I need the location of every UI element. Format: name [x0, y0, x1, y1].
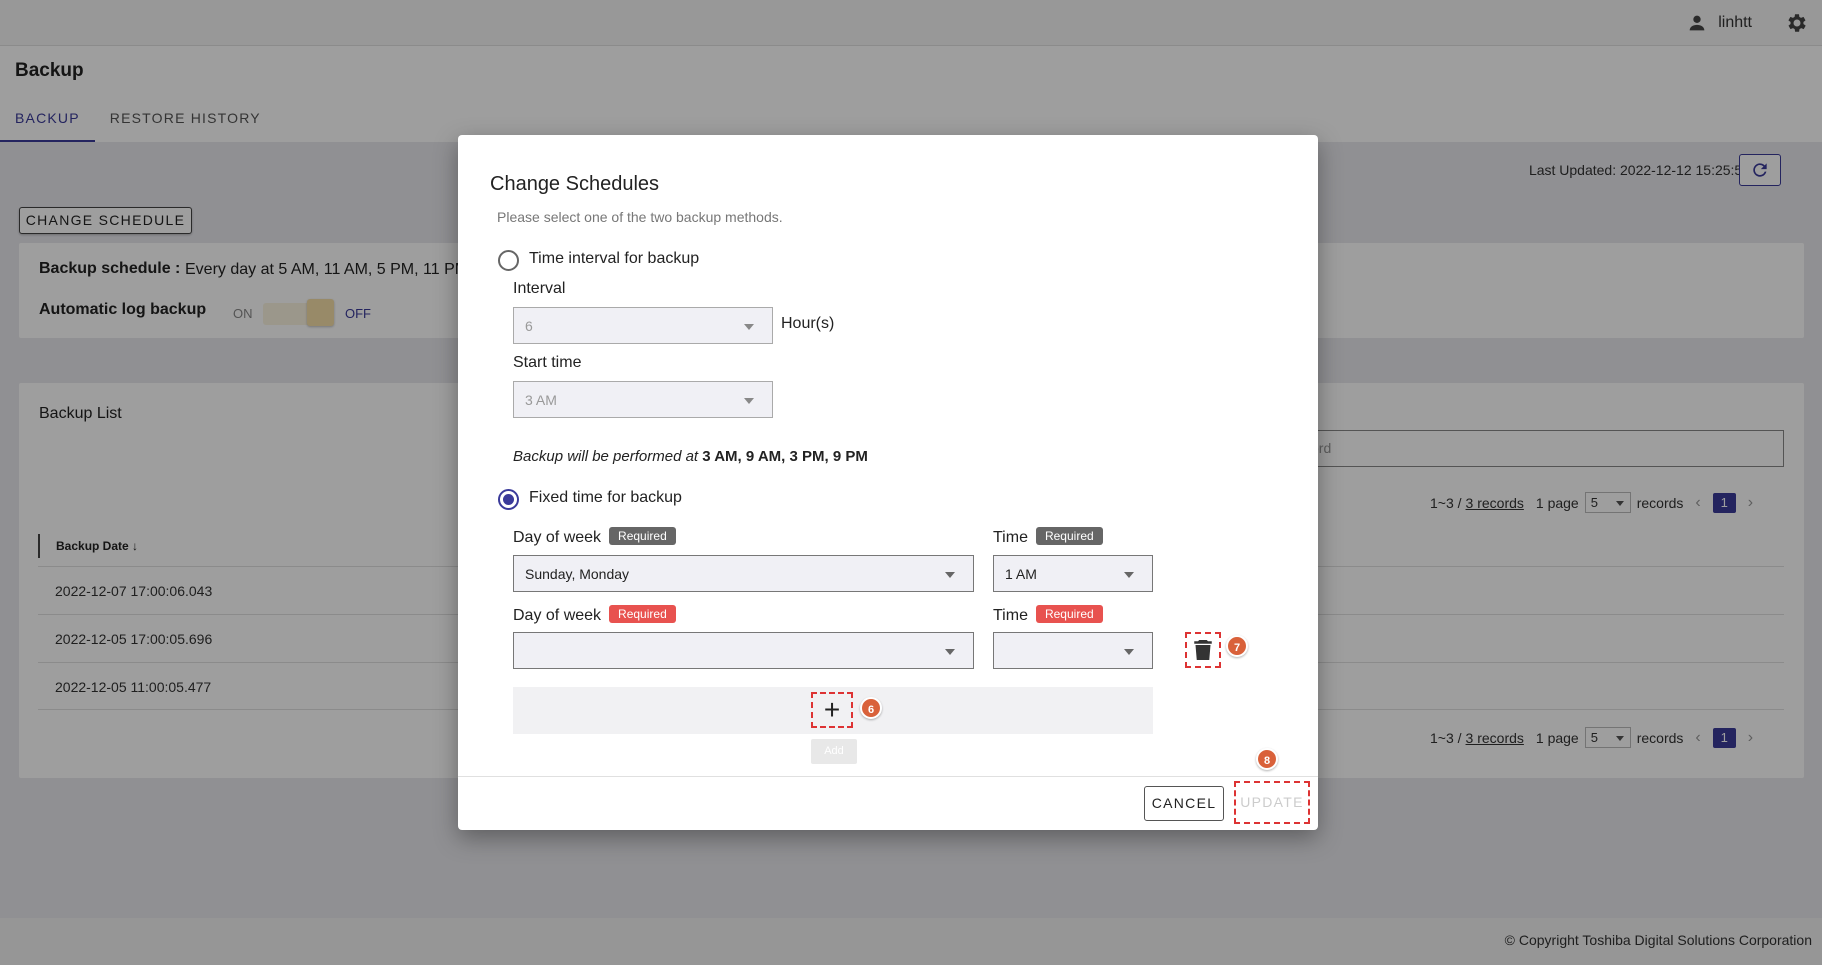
marker-8: 8 [1256, 748, 1278, 770]
change-schedules-dialog: Change Schedules Please select one of th… [458, 135, 1318, 830]
time-text: Time [993, 607, 1028, 624]
dialog-footer-divider [458, 776, 1318, 777]
required-badge: Required [609, 527, 676, 545]
required-badge: Required [1035, 527, 1103, 545]
day-of-week-label: Day of week Required [513, 527, 676, 547]
required-badge-error: Required [1035, 605, 1103, 623]
trash-icon [1194, 640, 1212, 660]
note-prefix: Backup will be performed at [513, 448, 699, 465]
required-badge-error: Required [609, 605, 676, 623]
day-of-week-text: Day of week [513, 607, 602, 624]
time-text: Time [993, 529, 1028, 546]
marker-7: 7 [1226, 635, 1248, 657]
cancel-button[interactable]: CANCEL [1144, 786, 1224, 821]
dialog-title: Change Schedules [490, 173, 660, 195]
time-label: Time Required [993, 527, 1103, 547]
time-select[interactable]: 1 AM [993, 555, 1153, 592]
fixed-time-label[interactable]: Fixed time for backup [529, 489, 682, 507]
interval-label: Interval [513, 280, 566, 297]
add-tooltip: Add [811, 739, 857, 764]
add-entry-button[interactable]: + [811, 692, 853, 728]
backup-times-note: Backup will be performed at 3 AM, 9 AM, … [513, 448, 868, 465]
note-times: 3 AM, 9 AM, 3 PM, 9 PM [702, 448, 868, 465]
time-label: Time Required [993, 605, 1103, 625]
interval-select[interactable]: 6 [513, 307, 773, 344]
delete-entry-button[interactable] [1185, 632, 1221, 668]
radio-time-interval[interactable] [498, 250, 519, 271]
start-time-label: Start time [513, 354, 582, 371]
interval-unit: Hour(s) [781, 315, 835, 332]
plus-icon: + [823, 694, 841, 725]
day-of-week-text: Day of week [513, 529, 602, 546]
marker-6: 6 [860, 697, 882, 719]
day-of-week-label: Day of week Required [513, 605, 676, 625]
time-interval-label[interactable]: Time interval for backup [529, 250, 699, 268]
update-button[interactable]: UPDATE [1234, 781, 1310, 824]
time-select-empty[interactable] [993, 632, 1153, 669]
radio-fixed-time[interactable] [498, 489, 519, 510]
dialog-subtitle: Please select one of the two backup meth… [497, 209, 783, 225]
day-of-week-select[interactable]: Sunday, Monday [513, 555, 974, 592]
start-time-select[interactable]: 3 AM [513, 381, 773, 418]
day-of-week-select-empty[interactable] [513, 632, 974, 669]
